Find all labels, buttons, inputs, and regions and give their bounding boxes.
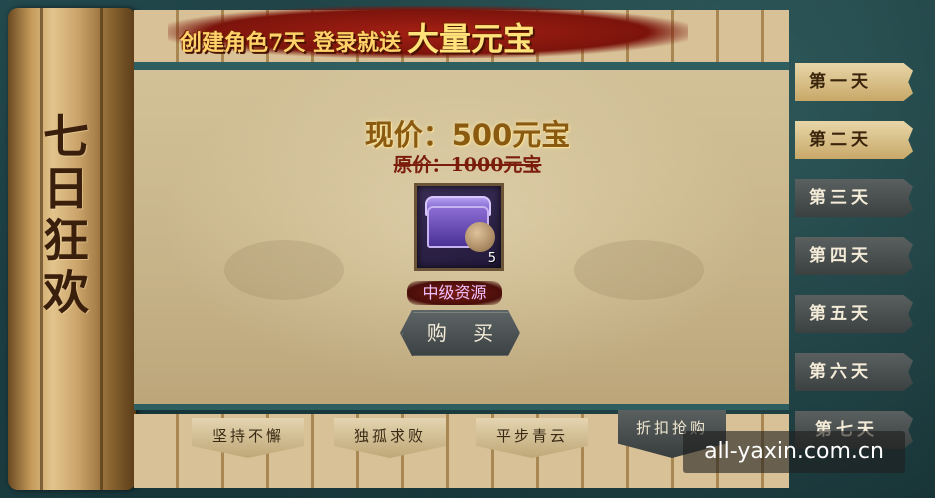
item-slot[interactable]: 5	[414, 183, 504, 271]
roll-seam	[100, 8, 103, 490]
day-tab-1[interactable]: 第一天	[795, 63, 913, 101]
buy-button[interactable]: 购 买	[400, 310, 520, 356]
banner-text: 创建角色7天 登录就送 大量元宝	[180, 14, 690, 58]
day-tab-6[interactable]: 第六天	[795, 353, 913, 391]
cloud-decoration	[224, 240, 344, 300]
item-name: 中级资源	[407, 281, 502, 305]
original-price: 原价：1000元宝	[0, 150, 935, 177]
watermark: all-yaxin.com.cn	[683, 431, 905, 473]
current-price: 现价：500元宝	[364, 118, 571, 152]
item-count: 5	[487, 251, 496, 266]
resource-sack-icon	[465, 222, 495, 252]
day-tab-3[interactable]: 第三天	[795, 179, 913, 217]
banner-highlight-text: 大量元宝	[406, 20, 535, 58]
day-tab-2[interactable]: 第二天	[795, 121, 913, 159]
cloud-decoration	[574, 240, 704, 300]
banner-main-text: 创建角色7天 登录就送	[180, 30, 401, 56]
original-price-text: 原价：1000元宝	[393, 154, 542, 176]
day-tab-4[interactable]: 第四天	[795, 237, 913, 275]
day-tab-5[interactable]: 第五天	[795, 295, 913, 333]
